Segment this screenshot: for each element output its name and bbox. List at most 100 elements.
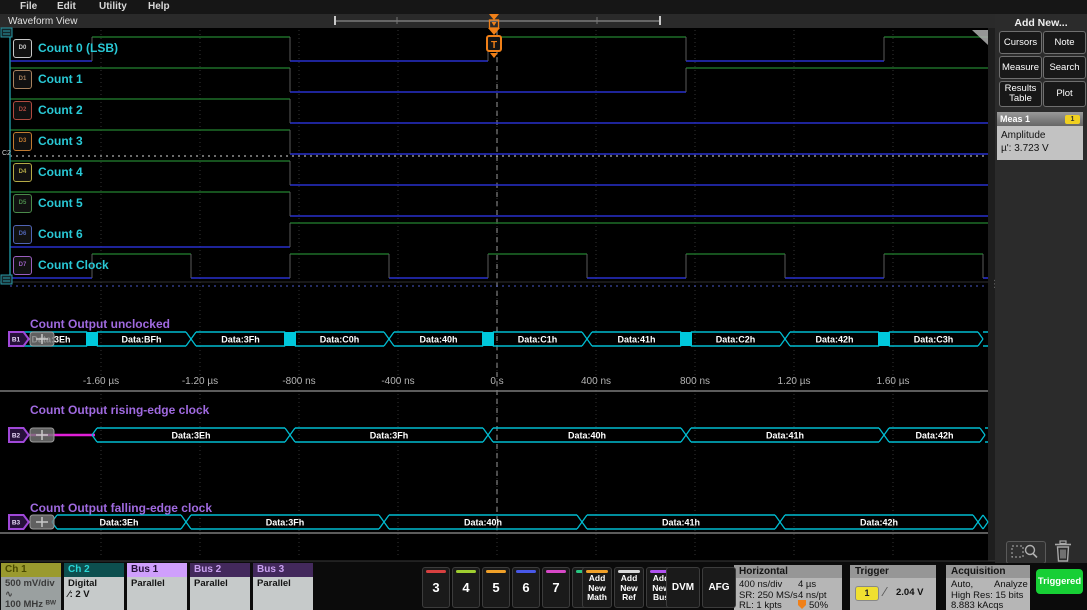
trash-icon [1053,540,1073,563]
dvm-button[interactable]: DVM [666,567,700,608]
channel-button-3[interactable]: 3 [422,567,450,608]
add-new-ref-button[interactable]: AddNewRef [614,567,644,608]
menu-item-edit[interactable]: Edit [57,1,76,12]
channel-label-D0[interactable]: Count 0 (LSB) [38,41,118,55]
channel-number: 6 [513,580,539,595]
trigger-slope-icon: ∕ [884,584,886,599]
menu-bar: File Edit Utility Help [0,0,1087,14]
panel-divider[interactable] [988,28,995,561]
trigger-panel[interactable]: Trigger 1 ∕ 2.04 V [850,565,936,610]
add-new-plot-button[interactable]: Plot [1043,81,1086,107]
channel-label-D4[interactable]: Count 4 [38,165,83,179]
channel-number: 4 [453,580,479,595]
time-axis-tick: 1.60 µs [876,376,909,387]
time-axis-tick: 800 ns [680,376,710,387]
menu-item-file[interactable]: File [20,1,37,12]
channel-button-4[interactable]: 4 [452,567,480,608]
channel-label-D6[interactable]: Count 6 [38,227,83,241]
horizontal-value: 4 ns/pt [798,590,827,601]
zoom-box-button[interactable] [1006,541,1046,564]
channel-color-stripe [486,570,506,573]
trigger-level: 2.04 V [896,587,923,598]
channel-number: 3 [423,580,449,595]
channel-badge-D5[interactable]: D5 [13,194,32,213]
digital-channel-row-D7[interactable] [10,250,988,281]
trigger-body: 1 ∕ 2.04 V [850,578,936,610]
channel-badge-D0[interactable]: D0 [13,39,32,58]
meas1-source-badge: 1 [1065,115,1080,124]
channel-button-6[interactable]: 6 [512,567,540,608]
add-new-note-button[interactable]: Note [1043,31,1086,54]
digital-channel-row-D3[interactable] [10,126,988,157]
horizontal-value: 50% [798,600,828,610]
channel-label-D7[interactable]: Count Clock [38,258,109,272]
channel-button-7[interactable]: 7 [542,567,570,608]
badge-header: Ch 2 [64,563,124,577]
channel-button-5[interactable]: 5 [482,567,510,608]
bottom-bar: Horizontal 400 ns/div4 µsSR: 250 MS/s4 n… [0,563,1087,610]
digital-channel-row-D5[interactable] [10,188,988,219]
digital-channel-row-D2[interactable] [10,95,988,126]
menu-item-utility[interactable]: Utility [99,1,127,12]
bus-section-title-B3: Count Output falling-edge clock [30,501,212,515]
oscilloscope-app: FileEditUtilityHelp Waveform View ⋮ Add … [0,0,1087,610]
source-badge-ch1[interactable]: Ch 1500 mV/div∿100 MHz ᴮᵂ [1,563,61,610]
channel-badge-D2[interactable]: D2 [13,101,32,120]
channel-label-D1[interactable]: Count 1 [38,72,83,86]
channel-color-stripe [516,570,536,573]
channel-label-D2[interactable]: Count 2 [38,103,83,117]
acquisition-title: Acquisition [946,565,1030,578]
digital-channel-row-D1[interactable] [10,64,988,95]
channel-badge-D7[interactable]: D7 [13,256,32,275]
badge-header: Bus 3 [253,563,313,577]
meas1-body: Amplitude µ': 3.723 V [997,126,1083,160]
channel-badge-D1[interactable]: D1 [13,70,32,89]
acquisition-value: Analyze [994,579,1028,590]
digital-channel-row-D6[interactable] [10,219,988,250]
view-title: Waveform View [8,16,77,27]
horizontal-panel[interactable]: Horizontal 400 ns/div4 µsSR: 250 MS/s4 n… [734,565,842,610]
zoom-box-icon [1007,542,1043,561]
afg-button[interactable]: AFG [702,567,736,608]
bus-section-title-B1: Count Output unclocked [30,317,170,331]
time-axis-tick: -1.20 µs [182,376,218,387]
meas1-card[interactable]: Meas 1 1 Amplitude µ': 3.723 V [997,112,1083,160]
triggered-status: Triggered [1036,569,1083,594]
meas1-value: µ': 3.723 V [1001,142,1079,155]
meas1-header: Meas 1 1 [997,112,1083,126]
menu-item-help[interactable]: Help [148,1,170,12]
channel-badge-D4[interactable]: D4 [13,163,32,182]
channel-badge-D6[interactable]: D6 [13,225,32,244]
add-new-results-table-button[interactable]: Results Table [999,81,1042,107]
add-new-search-button[interactable]: Search [1043,56,1086,79]
time-axis-tick: -800 ns [282,376,315,387]
badge-header: Bus 1 [127,563,187,577]
meas1-type: Amplitude [1001,129,1079,142]
source-badge-bus1[interactable]: Bus 1Parallel [127,563,187,610]
add-new-measure-button[interactable]: Measure [999,56,1042,79]
trigger-source-badge: 1 [855,586,879,601]
time-axis-tick: 1.20 µs [777,376,810,387]
badge-body: Parallel [253,577,313,610]
channel-number: 5 [483,580,509,595]
channel-label-D3[interactable]: Count 3 [38,134,83,148]
channel-label-D5[interactable]: Count 5 [38,196,83,210]
waveform-view-titlebar: Waveform View [0,14,995,29]
right-panel: Add New... Meas 1 1 Amplitude µ': 3.723 … [995,14,1087,563]
digital-channel-row-D4[interactable] [10,157,988,188]
acquisition-panel[interactable]: Acquisition Auto,AnalyzeHigh Res: 15 bit… [946,565,1030,610]
channel-badge-D3[interactable]: D3 [13,132,32,151]
add-new-cursors-button[interactable]: Cursors [999,31,1042,54]
badge-body: 500 mV/div∿100 MHz ᴮᵂ [1,577,61,610]
add-color-stripe [618,570,640,573]
source-badge-bus3[interactable]: Bus 3Parallel [253,563,313,610]
badge-body: Parallel [190,577,250,610]
channel-color-stripe [456,570,476,573]
horizontal-value: SR: 250 MS/s [739,590,798,601]
add-new-math-button[interactable]: AddNewMath [582,567,612,608]
source-badge-bus2[interactable]: Bus 2Parallel [190,563,250,610]
digital-channel-row-D0[interactable] [10,33,988,64]
source-badge-ch2[interactable]: Ch 2Digital∕: 2 V [64,563,124,610]
channel-color-stripe [426,570,446,573]
channel-number: 7 [543,580,569,595]
